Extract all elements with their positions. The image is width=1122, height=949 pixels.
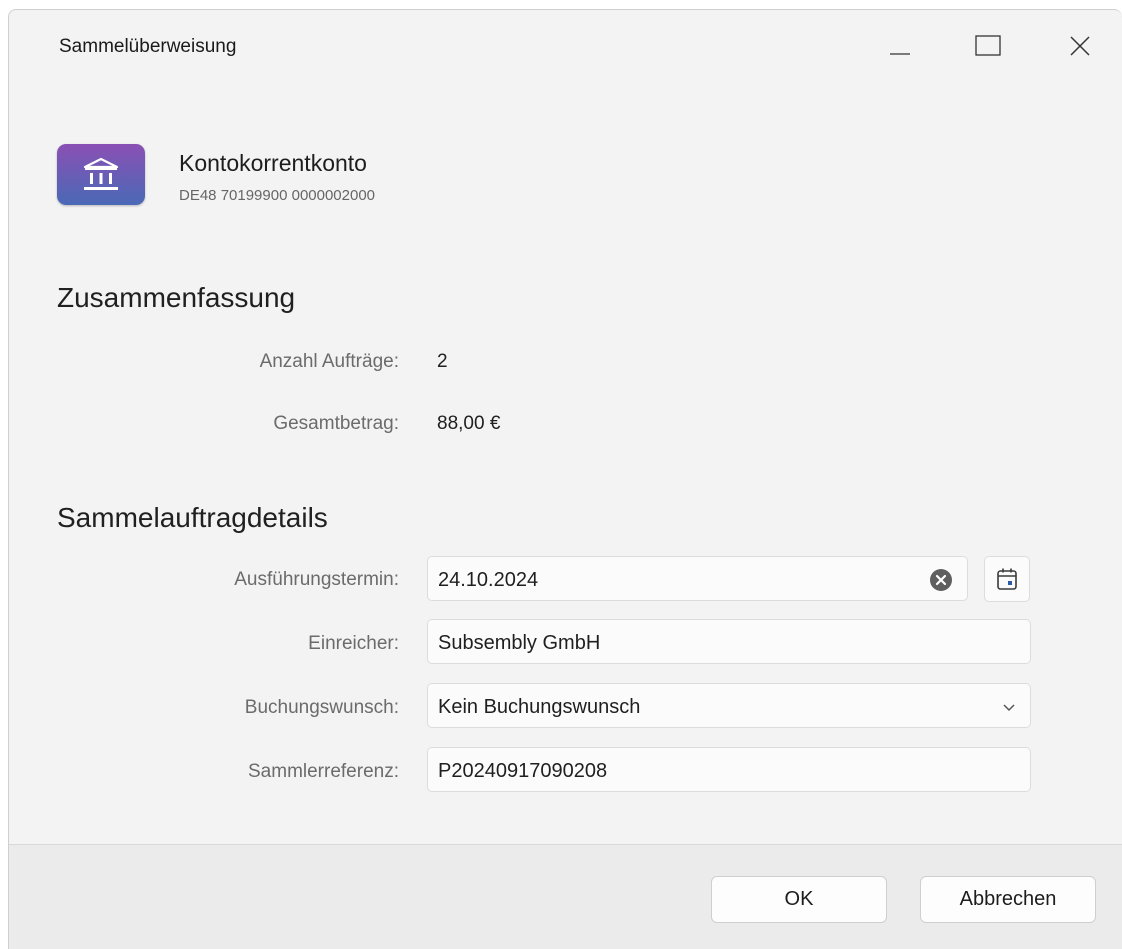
account-name: Kontokorrentkonto <box>179 150 367 176</box>
calendar-icon <box>997 568 1017 590</box>
total-amount-label: Gesamtbetrag: <box>273 413 399 434</box>
order-count-label: Anzahl Aufträge: <box>259 351 399 372</box>
chevron-down-icon <box>1002 702 1016 712</box>
ok-button[interactable]: OK <box>711 876 887 923</box>
collector-reference-field[interactable]: P20240917090208 <box>427 747 1031 792</box>
execution-date-label: Ausführungstermin: <box>234 569 399 590</box>
calendar-button[interactable] <box>984 556 1030 602</box>
account-badge <box>57 144 145 205</box>
execution-date-field[interactable]: 24.10.2024 <box>427 556 968 601</box>
minimize-button[interactable] <box>877 28 923 64</box>
details-heading: Sammelauftragdetails <box>57 502 328 533</box>
collector-reference-label: Sammlerreferenz: <box>248 761 399 782</box>
booking-request-value: Kein Buchungswunsch <box>438 695 641 718</box>
collector-reference-value: P20240917090208 <box>438 759 608 782</box>
execution-date-value: 24.10.2024 <box>438 568 539 591</box>
summary-heading: Zusammenfassung <box>57 282 296 313</box>
title-bar: Sammelüberweisung <box>9 10 1122 82</box>
close-icon <box>1070 36 1090 56</box>
dialog-footer: OK Abbrechen <box>9 844 1122 949</box>
cancel-button[interactable]: Abbrechen <box>920 876 1096 923</box>
maximize-icon <box>975 35 1001 56</box>
bank-icon <box>83 157 119 190</box>
booking-request-label: Buchungswunsch: <box>244 697 399 718</box>
window-title: Sammelüberweisung <box>59 36 237 57</box>
submitter-field[interactable]: Subsembly GmbH <box>427 619 1031 664</box>
order-count-value: 2 <box>437 351 448 372</box>
close-button[interactable] <box>1057 28 1103 64</box>
account-iban: DE48 70199900 0000002000 <box>179 187 376 204</box>
submitter-label: Einreicher: <box>308 633 399 654</box>
minimize-icon <box>890 53 910 55</box>
clear-icon <box>930 569 952 591</box>
submitter-value: Subsembly GmbH <box>438 631 601 654</box>
booking-request-select[interactable]: Kein Buchungswunsch <box>427 683 1031 728</box>
total-amount-value: 88,00 € <box>437 413 501 434</box>
maximize-button[interactable] <box>965 28 1011 64</box>
dialog-window: Sammelüberweisung Kontokorrentkonto DE48… <box>8 9 1122 949</box>
clear-date-button[interactable] <box>927 566 955 594</box>
